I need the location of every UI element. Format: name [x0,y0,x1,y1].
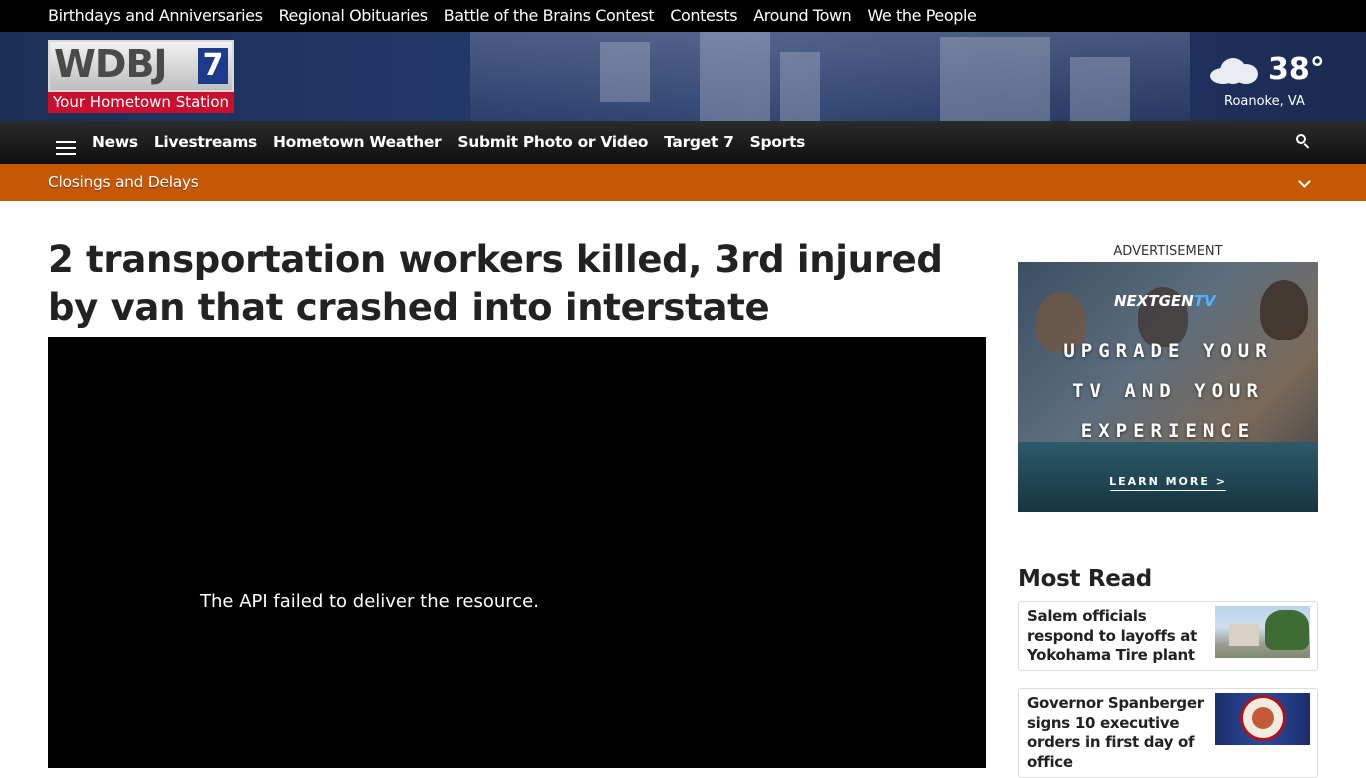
ad-person-image [1260,280,1308,340]
advertisement-banner[interactable]: NEXTGENTV UPGRADE YOUR TV AND YOUR EXPER… [1018,262,1318,512]
nav-item-target-7[interactable]: Target 7 [664,133,734,151]
top-link-obituaries[interactable]: Regional Obituaries [279,6,429,25]
most-read-item[interactable]: Salem officials respond to layoffs at Yo… [1018,601,1318,671]
logo-number: 7 [198,48,228,84]
ad-learn-more-link[interactable]: LEARN MORE > [1018,475,1318,488]
video-player[interactable]: The API failed to deliver the resource. [48,337,986,768]
most-read-item-title[interactable]: Salem officials respond to layoffs at Yo… [1027,607,1213,666]
nav-item-news[interactable]: News [92,133,138,151]
top-link-contests[interactable]: Contests [670,6,737,25]
most-read-item[interactable]: Governor Spanberger signs 10 executive o… [1018,688,1318,778]
ad-underline [1110,490,1226,491]
weather-location: Roanoke, VA [1224,94,1305,109]
search-icon[interactable] [1296,134,1310,149]
main-navigation: News Livestreams Hometown Weather Submit… [0,121,1366,164]
most-read-thumbnail[interactable] [1215,606,1310,658]
menu-icon[interactable] [56,141,76,155]
top-link-we-the-people[interactable]: We the People [867,6,977,25]
ad-headline-line-2: TV AND YOUR [1072,380,1264,402]
weather-widget[interactable]: 38° Roanoke, VA [1208,50,1328,112]
station-logo[interactable]: WDBJ 7 Your Hometown Station [48,40,234,113]
top-utility-bar: Birthdays and Anniversaries Regional Obi… [0,0,1366,32]
nav-item-sports[interactable]: Sports [750,133,806,151]
video-error-message: The API failed to deliver the resource. [200,591,539,612]
nav-item-hometown-weather[interactable]: Hometown Weather [273,133,442,151]
ad-headline-line-3: EXPERIENCE [1080,420,1256,442]
top-link-around-town[interactable]: Around Town [753,6,852,25]
masthead-skyline-image [470,32,1190,121]
advertisement-label: ADVERTISEMENT [1113,244,1223,259]
closings-delays-label[interactable]: Closings and Delays [48,173,199,191]
ad-headline-line-1: UPGRADE YOUR [1063,340,1273,362]
cloud-icon [1210,58,1260,84]
most-read-item-title[interactable]: Governor Spanberger signs 10 executive o… [1027,694,1213,772]
ad-brand: NEXTGENTV [1114,292,1216,310]
most-read-heading: Most Read [1018,566,1152,592]
top-link-battle-of-brains[interactable]: Battle of the Brains Contest [444,6,655,25]
logo-tagline: Your Hometown Station [48,92,234,113]
most-read-thumbnail[interactable] [1215,693,1310,745]
nav-item-livestreams[interactable]: Livestreams [154,133,257,151]
weather-temperature: 38° [1268,52,1325,87]
logo-letters: WDBJ [54,42,168,86]
closings-delays-bar[interactable]: Closings and Delays [0,164,1366,201]
top-link-birthdays[interactable]: Birthdays and Anniversaries [48,6,263,25]
nav-item-submit-photo-video[interactable]: Submit Photo or Video [457,133,648,151]
